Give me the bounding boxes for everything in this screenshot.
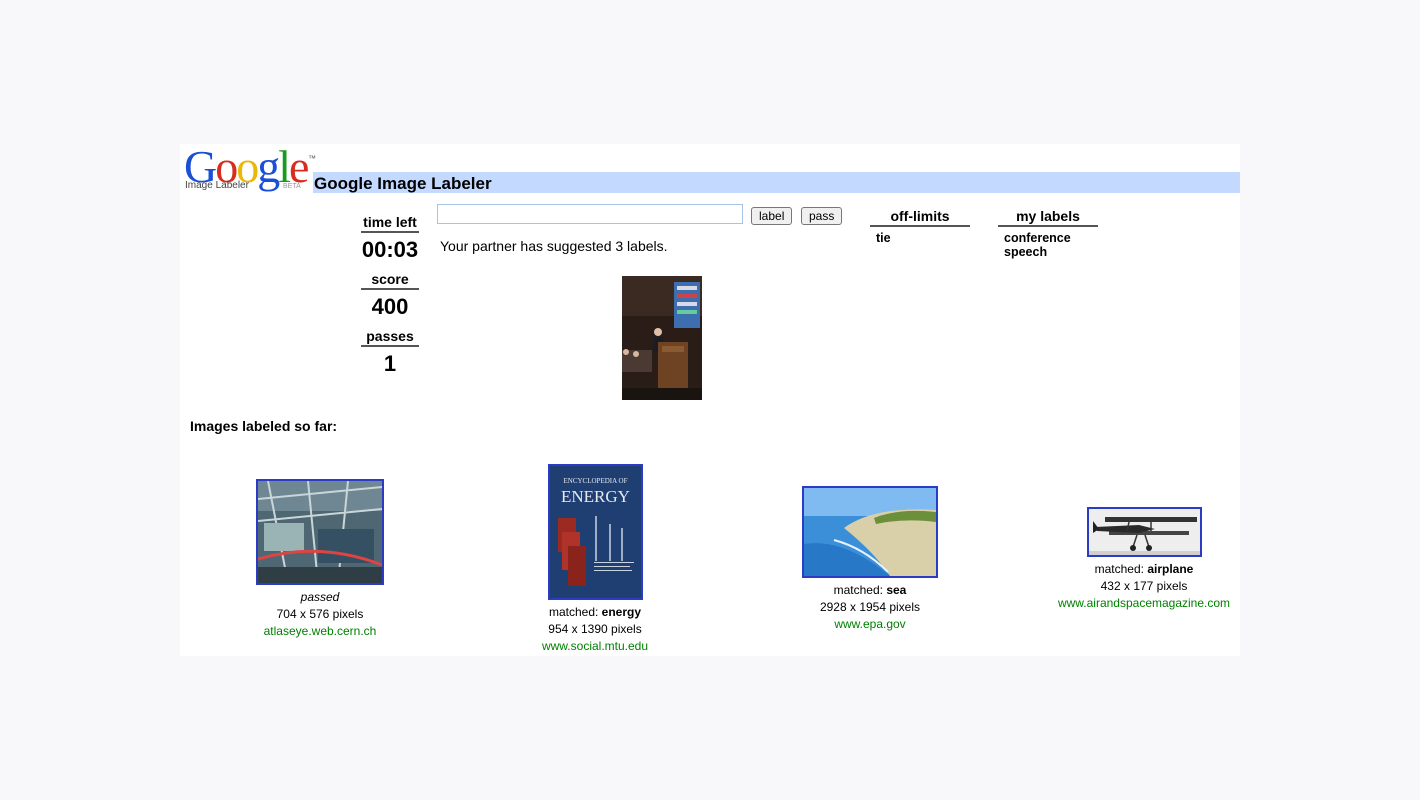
- cover-subtitle: ENCYCLOPEDIA OF: [563, 477, 627, 485]
- my-label-item: speech: [1004, 245, 1048, 259]
- label-button[interactable]: label: [751, 207, 793, 225]
- labeled-so-far-heading: Images labeled so far:: [190, 418, 338, 434]
- image-labeler-page: Google ™ Image Labeler BETA Google Image…: [180, 142, 1240, 656]
- labeled-thumbnail[interactable]: [1086, 507, 1202, 557]
- labeled-match: matched: airplane: [1094, 562, 1194, 576]
- passes-label: passes: [361, 328, 419, 347]
- off-limits-word: tie: [876, 231, 891, 245]
- google-logo[interactable]: Google ™ Image Labeler BETA: [184, 142, 316, 194]
- labeled-size: 954 x 1390 pixels: [548, 622, 642, 636]
- current-image: [622, 276, 702, 400]
- labeled-source[interactable]: www.airandspacemagazine.com: [1044, 595, 1244, 612]
- page-title: Google Image Labeler: [314, 174, 492, 193]
- score-label: score: [361, 271, 419, 290]
- labeled-match: matched: energy: [548, 605, 642, 619]
- matched-word: airplane: [1147, 562, 1194, 576]
- my-label-item: conference: [1004, 231, 1071, 245]
- my-labels-panel: my labels conference speech: [998, 208, 1098, 259]
- labeled-image-card: ENCYCLOPEDIA OF ENERGY matched: energy 9…: [495, 464, 695, 655]
- my-labels-heading: my labels: [998, 208, 1098, 227]
- passes-value: 1: [383, 351, 397, 376]
- labeled-status: passed: [300, 590, 340, 604]
- time-left-label: time left: [361, 214, 419, 233]
- labeled-source[interactable]: atlaseye.web.cern.ch: [220, 623, 420, 640]
- off-limits-panel: off-limits tie: [870, 208, 970, 245]
- matched-word: sea: [886, 583, 907, 597]
- labeled-thumbnail[interactable]: [802, 486, 938, 578]
- logo-subtitle: Image Labeler: [185, 180, 249, 191]
- labeled-image-card: matched: airplane 432 x 177 pixels www.a…: [1044, 507, 1244, 612]
- cover-title: ENERGY: [561, 487, 630, 506]
- labeled-match: matched: sea: [833, 583, 907, 597]
- labeled-thumbnail[interactable]: [256, 479, 384, 585]
- label-input[interactable]: [437, 204, 743, 224]
- score-value: 400: [371, 294, 409, 319]
- matched-word: energy: [601, 605, 642, 619]
- game-stats: time left 00:03 score 400 passes 1: [361, 214, 419, 385]
- labeled-size: 704 x 576 pixels: [276, 607, 364, 621]
- labeled-source[interactable]: www.social.mtu.edu: [495, 638, 695, 655]
- labeled-image-card: passed 704 x 576 pixels atlaseye.web.cer…: [220, 479, 420, 640]
- partner-message: Your partner has suggested 3 labels.: [440, 238, 668, 254]
- labeled-thumbnail[interactable]: ENCYCLOPEDIA OF ENERGY: [547, 464, 643, 600]
- logo-beta-badge: BETA: [283, 183, 301, 190]
- title-bar: Google Image Labeler: [313, 172, 1240, 193]
- labeled-image-card: matched: sea 2928 x 1954 pixels www.epa.…: [770, 486, 970, 633]
- labeled-size: 432 x 177 pixels: [1100, 579, 1188, 593]
- off-limits-heading: off-limits: [870, 208, 970, 227]
- labeled-size: 2928 x 1954 pixels: [819, 600, 921, 614]
- time-left-value: 00:03: [361, 237, 419, 262]
- pass-button[interactable]: pass: [801, 207, 843, 225]
- labeled-source[interactable]: www.epa.gov: [770, 616, 970, 633]
